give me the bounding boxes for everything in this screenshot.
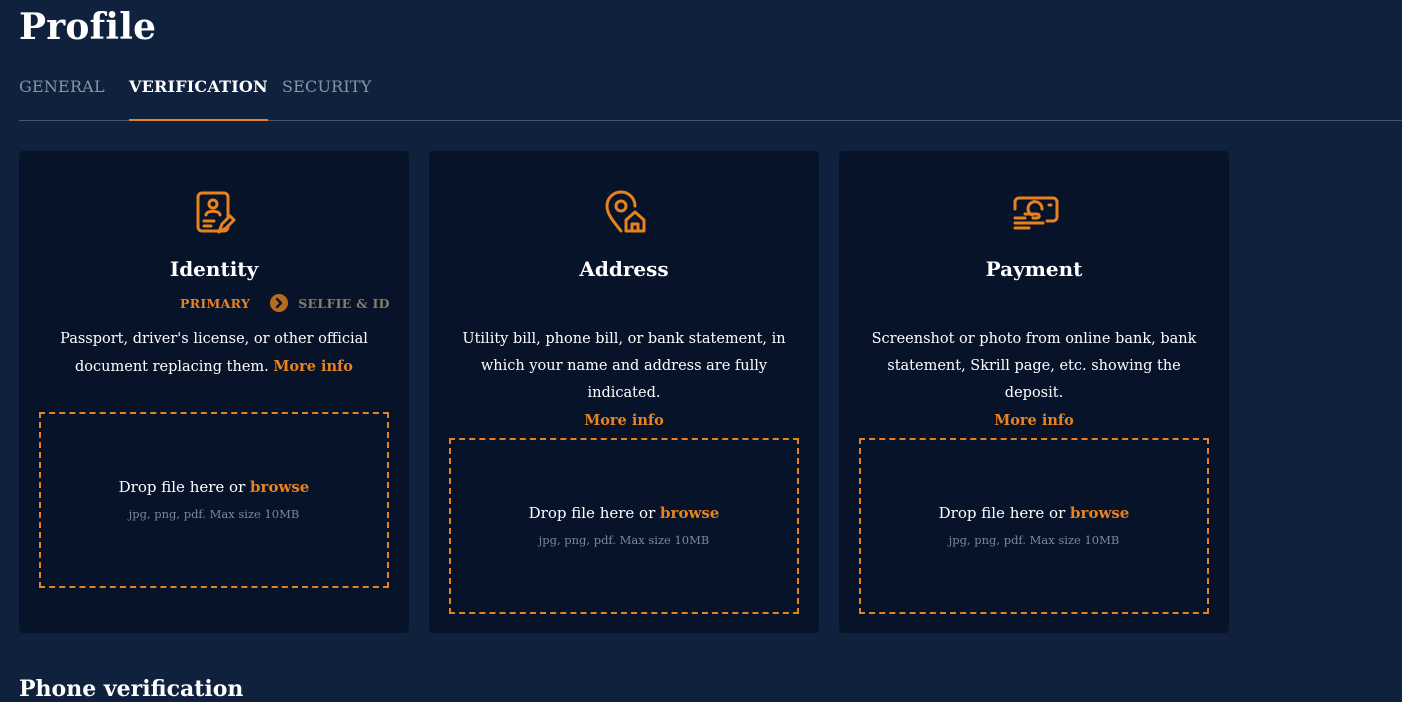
payment-description: Screenshot or photo from online bank, ba… <box>859 326 1209 435</box>
payment-card-icon <box>1009 187 1061 239</box>
page-title: Profile <box>19 6 157 48</box>
address-dropzone[interactable]: Drop file here or browse jpg, png, pdf. … <box>449 438 799 614</box>
identity-description-line-2: document replacing them. More info <box>39 353 389 381</box>
tab-security[interactable]: SECURITY <box>282 76 372 120</box>
address-description-line-1: Utility bill, phone bill, or bank statem… <box>462 331 786 347</box>
file-requirements: jpg, png, pdf. Max size 10MB <box>128 507 300 521</box>
browse-link[interactable]: browse <box>1070 504 1129 522</box>
dropzone-text: Drop file here or browse <box>861 504 1207 522</box>
identity-dropzone[interactable]: Drop file here or browse jpg, png, pdf. … <box>39 412 389 588</box>
browse-link[interactable]: browse <box>660 504 719 522</box>
identity-title: Identity <box>169 257 259 281</box>
address-more-info-line: More info <box>449 407 799 435</box>
drop-label: Drop file here or <box>938 504 1066 522</box>
location-home-icon <box>599 187 651 239</box>
identity-more-info-link[interactable]: More info <box>273 358 353 375</box>
payment-title: Payment <box>985 257 1083 281</box>
file-requirements: jpg, png, pdf. Max size 10MB <box>948 533 1120 547</box>
address-description-line-2: which your name and address are fully in… <box>480 358 768 401</box>
payment-more-info-line: More info <box>859 407 1209 435</box>
payment-dropzone[interactable]: Drop file here or browse jpg, png, pdf. … <box>859 438 1209 614</box>
chevron-right-icon <box>270 294 289 312</box>
address-card: Address Utility bill, phone bill, or ban… <box>429 151 819 633</box>
address-more-info-link[interactable]: More info <box>584 412 664 429</box>
dropzone-text: Drop file here or browse <box>451 504 797 522</box>
profile-tabs: GENERAL VERIFICATION SECURITY <box>19 76 1402 121</box>
payment-description-line-2: statement, Skrill page, etc. showing the… <box>887 358 1181 401</box>
phone-verification-title: Phone verification <box>19 676 244 702</box>
tab-verification[interactable]: VERIFICATION <box>129 76 268 121</box>
identity-steps: PRIMARY SELFIE & ID <box>180 292 390 314</box>
payment-more-info-link[interactable]: More info <box>994 412 1074 429</box>
address-description: Utility bill, phone bill, or bank statem… <box>449 326 799 435</box>
identity-description: Passport, driver's license, or other off… <box>39 326 389 381</box>
drop-label: Drop file here or <box>528 504 656 522</box>
file-requirements: jpg, png, pdf. Max size 10MB <box>538 533 710 547</box>
dropzone-text: Drop file here or browse <box>41 478 387 496</box>
identity-description-text: document replacing them. <box>75 359 269 375</box>
drop-label: Drop file here or <box>118 478 246 496</box>
browse-link[interactable]: browse <box>250 478 309 496</box>
payment-description-line-1: Screenshot or photo from online bank, ba… <box>871 331 1197 347</box>
step-selfie-id[interactable]: SELFIE & ID <box>298 296 390 311</box>
step-primary[interactable]: PRIMARY <box>180 296 250 311</box>
id-document-icon <box>189 187 241 239</box>
identity-card: Identity PRIMARY SELFIE & ID Passport, d… <box>19 151 409 633</box>
tab-general[interactable]: GENERAL <box>19 76 105 120</box>
identity-description-line-1: Passport, driver's license, or other off… <box>60 331 368 347</box>
payment-card: Payment Screenshot or photo from online … <box>839 151 1229 633</box>
address-title: Address <box>579 257 669 281</box>
